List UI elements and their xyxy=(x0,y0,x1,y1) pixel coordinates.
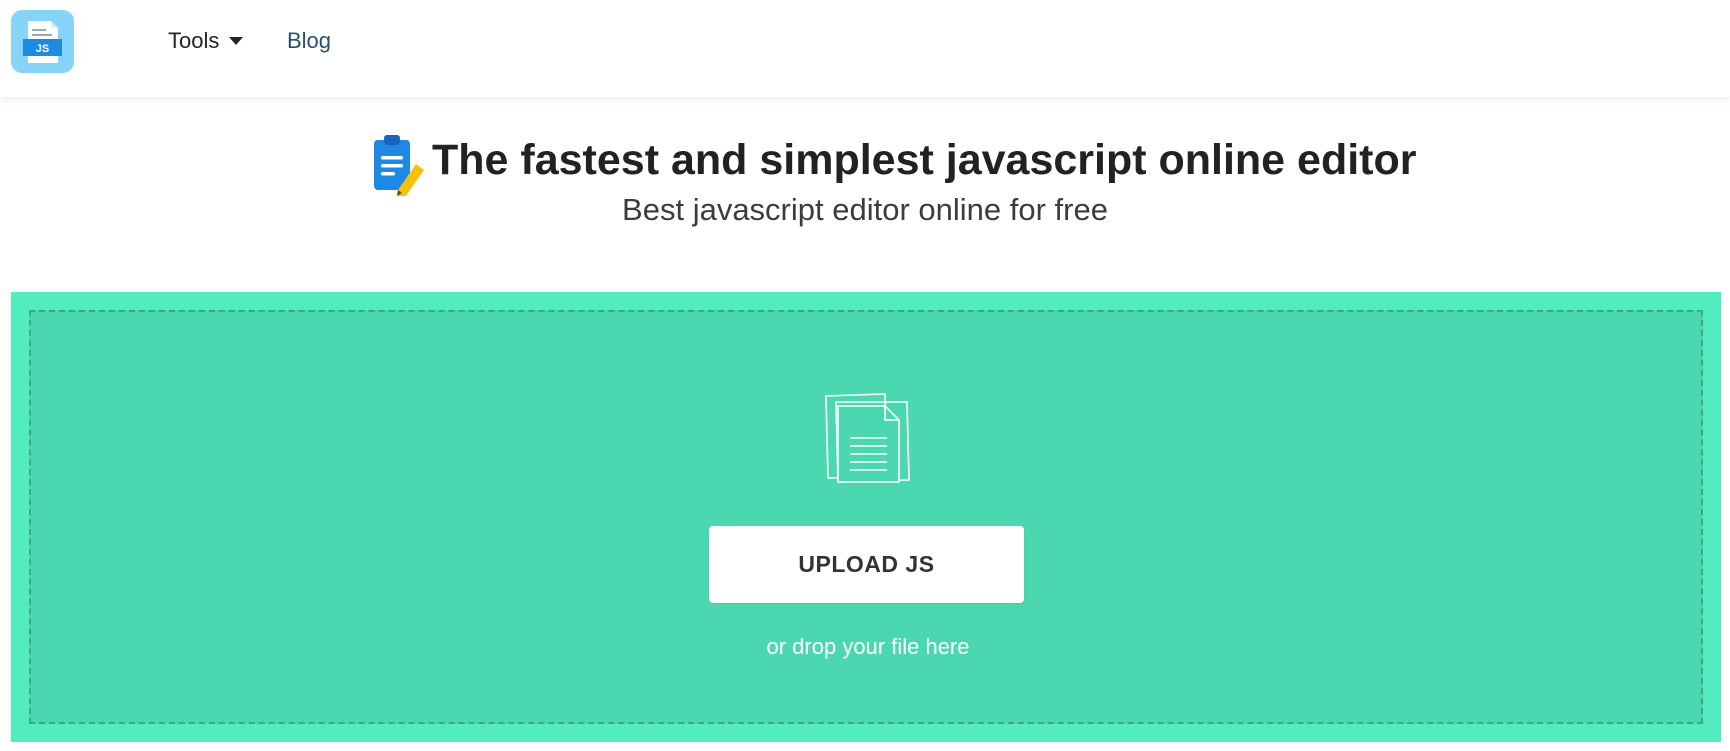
nav-blog-link[interactable]: Blog xyxy=(287,26,331,56)
file-drop-area[interactable]: UPLOAD JS or drop your file here xyxy=(29,310,1703,724)
upload-js-button[interactable]: UPLOAD JS xyxy=(709,526,1024,603)
clipboard-pencil-icon xyxy=(374,135,424,196)
files-icon xyxy=(825,393,910,483)
logo-text: JS xyxy=(36,43,49,55)
upload-zone[interactable]: UPLOAD JS or drop your file here xyxy=(11,292,1721,742)
navbar: JS Tools Blog xyxy=(0,0,1730,97)
logo-link[interactable]: JS xyxy=(11,10,74,73)
js-file-logo-icon: JS xyxy=(11,10,74,73)
page-subtitle: Best javascript editor online for free xyxy=(622,192,1108,227)
nav-tools-label: Tools xyxy=(168,28,220,53)
drop-file-hint: or drop your file here xyxy=(766,634,970,659)
page-title: The fastest and simplest javascript onli… xyxy=(432,136,1417,184)
caret-down-icon xyxy=(229,37,244,45)
nav-tools-dropdown[interactable]: Tools xyxy=(168,26,244,56)
